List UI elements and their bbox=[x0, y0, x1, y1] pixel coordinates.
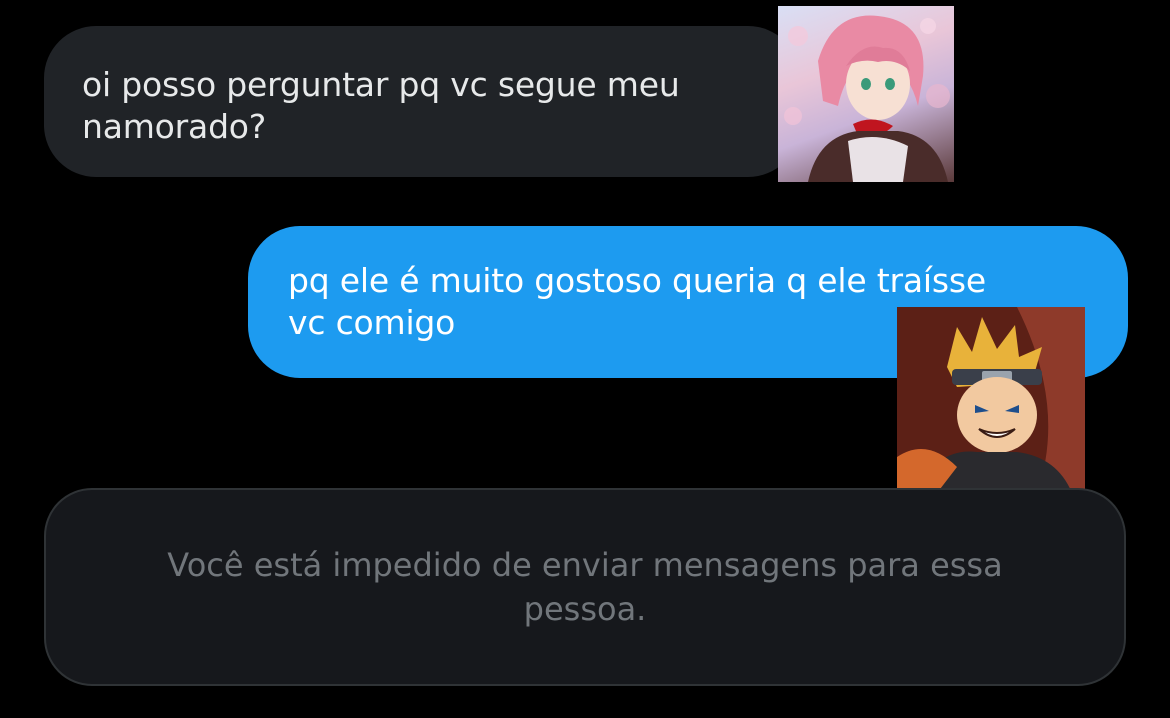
blocked-composer-notice: Você está impedido de enviar mensagens p… bbox=[44, 488, 1126, 686]
message-text-line-1: pq ele é muito gostoso queria q ele traí… bbox=[288, 261, 986, 300]
received-avatar-image[interactable] bbox=[778, 6, 954, 182]
blocked-notice-text: Você está impedido de enviar mensagens p… bbox=[167, 546, 1003, 628]
message-text-line-1: oi posso perguntar pq vc segue meu bbox=[82, 65, 680, 104]
message-text-line-2: namorado? bbox=[82, 107, 267, 146]
anime-pink-hair-avatar-icon bbox=[784, 15, 950, 182]
sent-avatar-image[interactable] bbox=[897, 307, 1085, 493]
anime-blonde-hair-avatar-icon bbox=[897, 307, 1085, 493]
received-message-bubble[interactable]: oi posso perguntar pq vc segue meu namor… bbox=[44, 26, 800, 177]
